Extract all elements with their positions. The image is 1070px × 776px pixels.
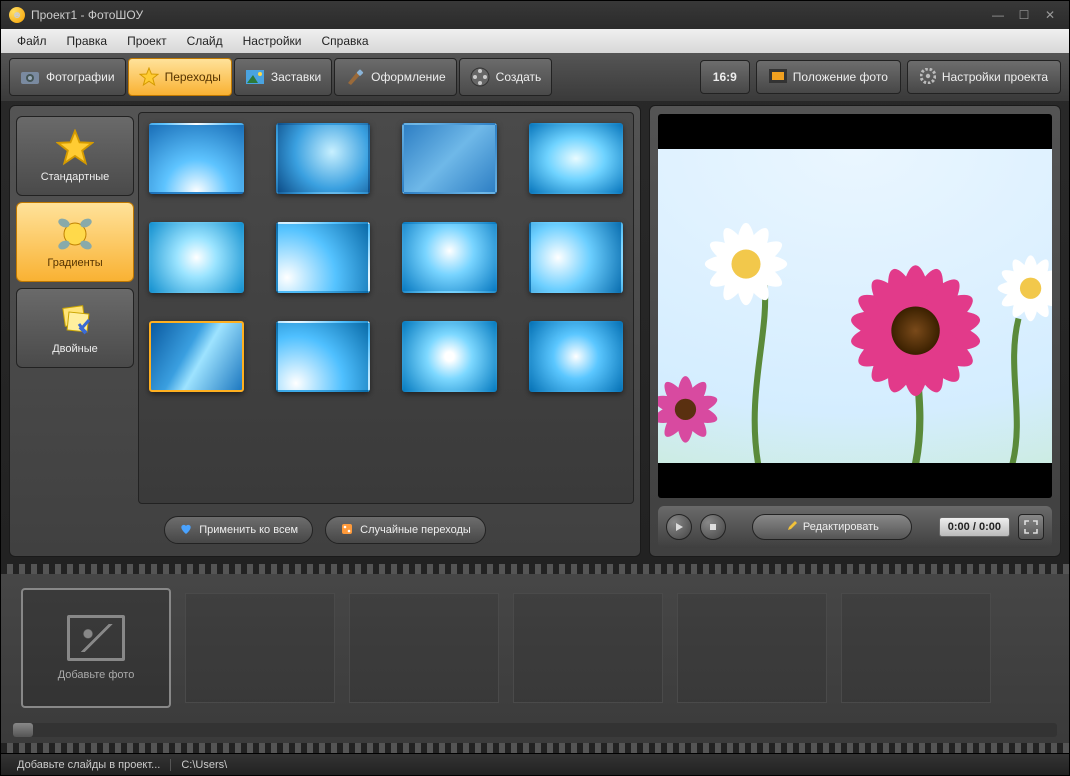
brush-icon [345, 67, 365, 87]
category-standard-label: Стандартные [41, 171, 110, 183]
transition-thumb[interactable] [276, 321, 371, 392]
project-settings-button[interactable]: Настройки проекта [907, 60, 1061, 94]
minimize-button[interactable]: — [987, 7, 1009, 23]
app-window: ☻ Проект1 - ФотоШОУ — ☐ ✕ Файл Правка Пр… [0, 0, 1070, 776]
timeline-slot[interactable] [841, 593, 991, 703]
main-area: Стандартные Градиенты Двойные [1, 101, 1069, 557]
tab-transitions[interactable]: Переходы [128, 58, 232, 96]
image-placeholder-icon [67, 615, 125, 661]
left-actions: Применить ко всем Случайные переходы [16, 510, 634, 550]
menu-help[interactable]: Справка [311, 31, 378, 51]
menu-slide[interactable]: Слайд [177, 31, 233, 51]
tab-photos[interactable]: Фотографии [9, 58, 126, 96]
shuffle-icon [340, 522, 354, 539]
random-label: Случайные переходы [360, 524, 471, 536]
main-toolbar: Фотографии Переходы Заставки Оформление … [1, 53, 1069, 101]
photo-position-button[interactable]: Положение фото [756, 60, 901, 94]
random-button[interactable]: Случайные переходы [325, 516, 486, 544]
transition-thumb[interactable] [402, 222, 497, 293]
edit-label: Редактировать [803, 521, 879, 533]
scrollbar-handle[interactable] [13, 723, 33, 737]
window-title: Проект1 - ФотоШОУ [31, 8, 983, 22]
status-path: C:\Users\ [170, 759, 237, 771]
app-logo-icon: ☻ [9, 7, 25, 23]
add-photo-label: Добавьте фото [58, 669, 135, 681]
category-gradients[interactable]: Градиенты [16, 202, 134, 282]
tab-photos-label: Фотографии [46, 70, 115, 84]
star-icon [56, 129, 94, 167]
tab-transitions-label: Переходы [165, 70, 221, 84]
filmreel-icon [470, 67, 490, 87]
apply-all-button[interactable]: Применить ко всем [164, 516, 313, 544]
transition-thumb[interactable] [402, 123, 497, 194]
preview-viewport[interactable] [658, 114, 1052, 498]
close-button[interactable]: ✕ [1039, 7, 1061, 23]
edit-slide-button[interactable]: Редактировать [752, 514, 912, 540]
gear-icon [920, 68, 936, 87]
fullscreen-button[interactable] [1018, 514, 1044, 540]
maximize-button[interactable]: ☐ [1013, 7, 1035, 23]
category-double-label: Двойные [52, 343, 98, 355]
tab-create[interactable]: Создать [459, 58, 553, 96]
star-icon [139, 67, 159, 87]
tab-decor-label: Оформление [371, 70, 445, 84]
timeline-slot[interactable] [513, 593, 663, 703]
heart-icon [179, 522, 193, 539]
pencil-icon [786, 520, 798, 535]
transition-thumb[interactable] [529, 222, 624, 293]
slides-row[interactable]: Добавьте фото [1, 574, 1069, 721]
frame-icon [769, 69, 787, 86]
camera-icon [20, 67, 40, 87]
gradient-icon [56, 215, 94, 253]
tab-templates-label: Заставки [271, 70, 321, 84]
notes-icon [56, 301, 94, 339]
category-sidebar: Стандартные Градиенты Двойные [16, 112, 134, 504]
filmstrip-top [1, 564, 1069, 574]
tab-templates[interactable]: Заставки [234, 58, 332, 96]
timeline-slot[interactable] [677, 593, 827, 703]
category-double[interactable]: Двойные [16, 288, 134, 368]
preview-controls: Редактировать 0:00 / 0:00 [658, 506, 1052, 548]
tab-create-label: Создать [496, 70, 542, 84]
transition-thumb[interactable] [402, 321, 497, 392]
transition-thumb[interactable] [149, 123, 244, 194]
apply-all-label: Применить ко всем [199, 524, 298, 536]
filmstrip-bottom [1, 743, 1069, 753]
transition-thumb[interactable] [529, 123, 624, 194]
menu-project[interactable]: Проект [117, 31, 177, 51]
preview-image [658, 149, 1052, 464]
aspect-ratio-button[interactable]: 16:9 [700, 60, 750, 94]
title-bar: ☻ Проект1 - ФотоШОУ — ☐ ✕ [1, 1, 1069, 29]
photo-position-label: Положение фото [793, 70, 888, 84]
timeline: Добавьте фото [1, 563, 1069, 753]
transition-thumb[interactable] [529, 321, 624, 392]
tab-decor[interactable]: Оформление [334, 58, 456, 96]
transitions-grid[interactable] [138, 112, 634, 504]
transition-thumb[interactable] [276, 123, 371, 194]
transition-thumb-selected[interactable] [149, 321, 244, 392]
transition-thumb[interactable] [276, 222, 371, 293]
menu-edit[interactable]: Правка [57, 31, 118, 51]
preview-panel: Редактировать 0:00 / 0:00 [649, 105, 1061, 557]
time-display: 0:00 / 0:00 [939, 517, 1010, 537]
stop-button[interactable] [700, 514, 726, 540]
menu-file[interactable]: Файл [7, 31, 57, 51]
menu-bar: Файл Правка Проект Слайд Настройки Справ… [1, 29, 1069, 53]
play-button[interactable] [666, 514, 692, 540]
category-standard[interactable]: Стандартные [16, 116, 134, 196]
timeline-scrollbar[interactable] [13, 723, 1057, 737]
aspect-label: 16:9 [713, 70, 737, 84]
timeline-slot[interactable] [185, 593, 335, 703]
left-panel: Стандартные Градиенты Двойные [9, 105, 641, 557]
landscape-icon [245, 67, 265, 87]
menu-settings[interactable]: Настройки [233, 31, 312, 51]
project-settings-label: Настройки проекта [942, 70, 1048, 84]
transition-thumb[interactable] [149, 222, 244, 293]
timeline-slot[interactable] [349, 593, 499, 703]
add-slide-cell[interactable]: Добавьте фото [21, 588, 171, 708]
status-hint: Добавьте слайды в проект... [7, 759, 170, 771]
status-bar: Добавьте слайды в проект... C:\Users\ [1, 753, 1069, 775]
category-gradients-label: Градиенты [47, 257, 102, 269]
